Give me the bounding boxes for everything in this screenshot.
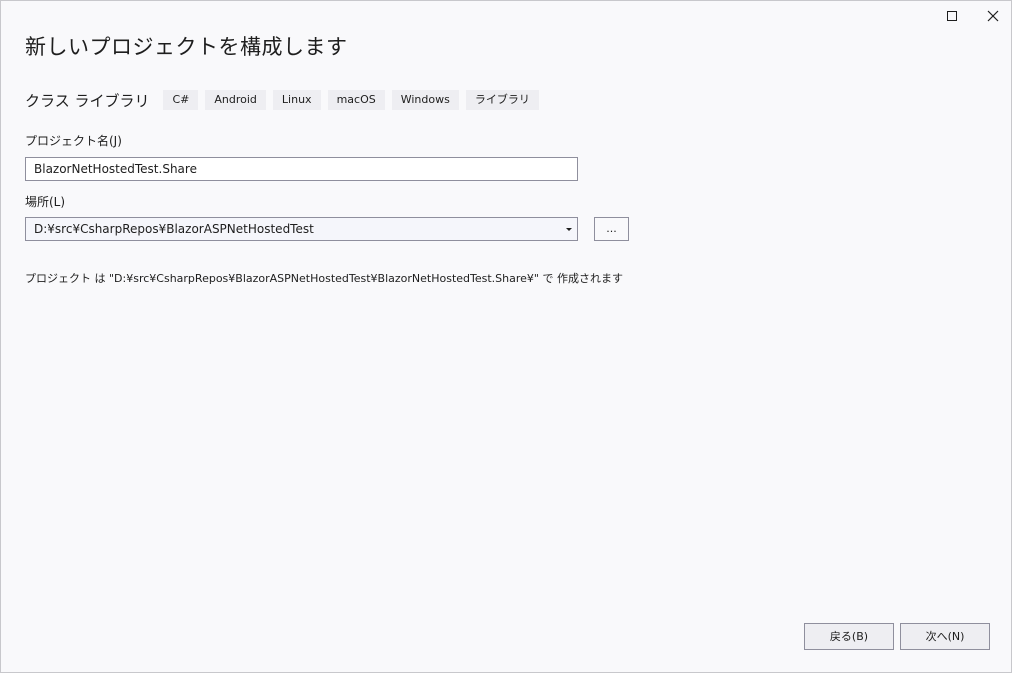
close-icon [987, 10, 999, 22]
location-label: 場所(L) [25, 195, 66, 209]
template-info: クラス ライブラリ C# Android Linux macOS Windows… [25, 89, 546, 111]
configure-project-window: 新しいプロジェクトを構成します クラス ライブラリ C# Android Lin… [0, 0, 1012, 673]
page-title: 新しいプロジェクトを構成します [25, 35, 348, 59]
tag-library: ライブラリ [465, 90, 539, 110]
browse-button[interactable]: ... [594, 217, 629, 241]
maximize-icon [947, 11, 957, 21]
tag-macos: macOS [327, 90, 385, 110]
project-name-label: プロジェクト名(J) [25, 134, 122, 148]
tag-linux: Linux [272, 90, 321, 110]
project-name-input[interactable]: BlazorNetHostedTest.Share [25, 157, 578, 181]
maximize-button[interactable] [930, 1, 974, 31]
location-combobox[interactable]: D:¥src¥CsharpRepos¥BlazorASPNetHostedTes… [25, 217, 578, 241]
template-name: クラス ライブラリ [25, 91, 150, 110]
close-button[interactable] [971, 1, 1011, 31]
project-path-info: プロジェクト は "D:¥src¥CsharpRepos¥BlazorASPNe… [25, 272, 623, 285]
tag-csharp: C# [163, 90, 199, 110]
tag-windows: Windows [391, 90, 459, 110]
tag-android: Android [205, 90, 266, 110]
next-button[interactable]: 次へ(N) [900, 623, 990, 650]
location-value: D:¥src¥CsharpRepos¥BlazorASPNetHostedTes… [34, 222, 314, 236]
back-button[interactable]: 戻る(B) [804, 623, 894, 650]
dropdown-arrow-icon[interactable] [566, 228, 572, 231]
